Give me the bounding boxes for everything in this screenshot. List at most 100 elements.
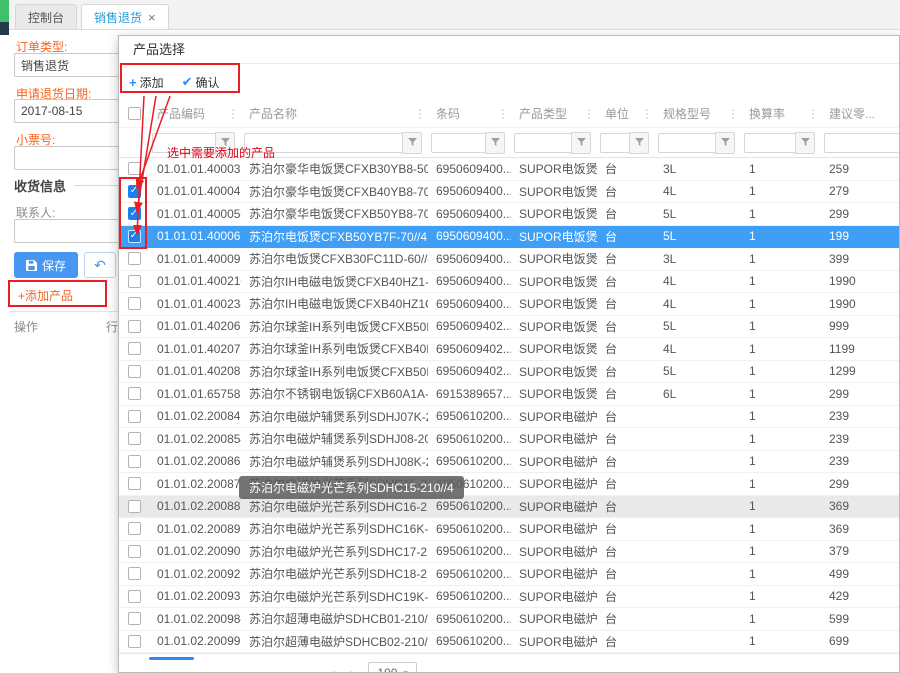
row-checkbox[interactable] [128, 185, 141, 198]
cell-name: 苏泊尔电磁炉光芒系列SDHC16K-210//4 [241, 520, 428, 537]
row-checkbox[interactable] [128, 297, 141, 310]
table-row[interactable]: 01.01.02.200939苏泊尔电磁炉光芒系列SDHC19K-210//46… [119, 586, 899, 609]
column-header-barcode[interactable]: 条码 ⋮ [428, 105, 511, 122]
horizontal-scrollbar[interactable] [149, 657, 194, 660]
filter-funnel-icon[interactable] [215, 132, 235, 154]
row-checkbox[interactable] [128, 612, 141, 625]
cell-unit: 台 [597, 453, 655, 470]
cell-name: 苏泊尔不锈钢电饭锅CFXB60A1A-90//4 [241, 385, 428, 402]
undo-icon: ↶ [94, 257, 106, 273]
filter-input-product-name[interactable] [244, 133, 402, 153]
row-checkbox[interactable] [128, 387, 141, 400]
table-row[interactable]: 01.01.02.200984苏泊尔超薄电磁炉SDHCB01-210//4695… [119, 608, 899, 631]
row-checkbox[interactable] [128, 230, 141, 243]
table-row[interactable]: 01.01.01.400050苏泊尔豪华电饭煲CFXB50YB8-70//469… [119, 203, 899, 226]
row-checkbox[interactable] [128, 545, 141, 558]
column-header-product-code[interactable]: 产品编码 ⋮ [149, 105, 241, 122]
column-menu-icon[interactable]: ⋮ [414, 107, 426, 121]
filter-input-unit[interactable] [600, 133, 629, 153]
table-row[interactable]: 01.01.01.400098苏泊尔电饭煲CFXB30FC11D-60//469… [119, 248, 899, 271]
filter-funnel-icon[interactable] [485, 132, 505, 154]
save-button[interactable]: 保存 [14, 252, 78, 278]
column-header-product-type[interactable]: 产品类型 ⋮ [511, 105, 597, 122]
add-product-link[interactable]: +添加产品 [18, 287, 73, 304]
filter-input-spec[interactable] [658, 133, 715, 153]
row-checkbox[interactable] [128, 432, 141, 445]
table-row[interactable]: 01.01.02.200922苏泊尔电磁炉光芒系列SDHC18-210//469… [119, 563, 899, 586]
row-checkbox[interactable] [128, 365, 141, 378]
column-menu-icon[interactable]: ⋮ [807, 107, 819, 121]
filter-input-product-type[interactable] [514, 133, 571, 153]
table-row[interactable]: 01.01.02.200991苏泊尔超薄电磁炉SDHCB02-210//4695… [119, 631, 899, 654]
row-checkbox[interactable] [128, 500, 141, 513]
column-menu-icon[interactable]: ⋮ [727, 107, 739, 121]
column-menu-icon[interactable]: ⋮ [641, 107, 653, 121]
table-row[interactable]: 01.01.01.400067苏泊尔电饭煲CFXB50YB7F-70//4695… [119, 226, 899, 249]
table-row[interactable]: 01.01.02.200892苏泊尔电磁炉光芒系列SDHC16K-210//46… [119, 518, 899, 541]
table-row[interactable]: 01.01.01.402061苏泊尔球釜IH系列电饭煲CFXB50HC3-1..… [119, 316, 899, 339]
filter-funnel-icon[interactable] [571, 132, 591, 154]
undo-button[interactable]: ↶ [84, 252, 116, 278]
table-row[interactable]: 01.01.02.200908苏泊尔电磁炉光芒系列SDHC17-210//469… [119, 541, 899, 564]
row-checkbox[interactable] [128, 162, 141, 175]
tab-sales-return[interactable]: 销售退货 × [81, 4, 169, 29]
row-checkbox[interactable] [128, 455, 141, 468]
column-menu-icon[interactable]: ⋮ [227, 107, 239, 121]
cell-type: SUPOR电饭煲 [511, 295, 597, 312]
table-row[interactable]: 01.01.02.200885苏泊尔电磁炉光芒系列SDHC16-210//469… [119, 496, 899, 519]
column-header-price[interactable]: 建议零... [821, 105, 900, 122]
column-header-unit[interactable]: 单位 ⋮ [597, 105, 655, 122]
cell-code: 01.01.01.402078 [149, 342, 241, 356]
row-checkbox[interactable] [128, 522, 141, 535]
table-row[interactable]: 01.01.01.400234苏泊尔IH电磁电饭煲CFXB40HZ1C-120.… [119, 293, 899, 316]
table-row[interactable]: 01.01.01.402078苏泊尔球釜IH系列电饭煲CFXB40HZ6-1..… [119, 338, 899, 361]
table-row[interactable]: 01.01.01.400036苏泊尔豪华电饭煲CFXB30YB8-50//469… [119, 158, 899, 181]
row-checkbox-cell [119, 455, 149, 468]
filter-funnel-icon[interactable] [402, 132, 422, 154]
row-checkbox[interactable] [128, 410, 141, 423]
row-checkbox[interactable] [128, 252, 141, 265]
column-label: 换算率 [749, 105, 785, 122]
column-header-spec[interactable]: 规格型号 ⋮ [655, 105, 741, 122]
cell-rate: 1 [741, 252, 821, 266]
filter-input-rate[interactable] [744, 133, 795, 153]
filter-input-product-code[interactable] [152, 133, 215, 153]
select-all-checkbox[interactable] [128, 107, 141, 120]
tab-console[interactable]: 控制台 [15, 4, 77, 29]
column-header-rate[interactable]: 换算率 ⋮ [741, 105, 821, 122]
row-checkbox[interactable] [128, 590, 141, 603]
table-row[interactable]: 01.01.01.400043苏泊尔豪华电饭煲CFXB40YB8-70//469… [119, 181, 899, 204]
prev-page-button[interactable]: ‹ [331, 665, 336, 673]
column-menu-icon[interactable]: ⋮ [583, 107, 595, 121]
filter-input-price[interactable] [824, 133, 900, 153]
row-checkbox[interactable] [128, 207, 141, 220]
close-icon[interactable]: × [148, 10, 156, 25]
cell-unit: 台 [597, 250, 655, 267]
filter-funnel-icon[interactable] [795, 132, 815, 154]
table-row[interactable]: 01.01.02.200854苏泊尔电磁炉辅煲系列SDHJ08-200//469… [119, 428, 899, 451]
row-checkbox[interactable] [128, 275, 141, 288]
table-row[interactable]: 01.01.01.657582苏泊尔不锈钢电饭锅CFXB60A1A-90//46… [119, 383, 899, 406]
cell-name: 苏泊尔IH电磁电饭煲CFXB40HZ1-120//2 [241, 273, 428, 290]
next-page-button[interactable]: › [350, 665, 355, 673]
confirm-button[interactable]: ✔ 确认 [182, 74, 220, 91]
add-button[interactable]: + 添加 [129, 74, 164, 91]
cell-code: 01.01.02.200908 [149, 544, 241, 558]
table-row[interactable]: 01.01.01.402085苏泊尔球釜IH系列电饭煲CFXB50HZ6-1..… [119, 361, 899, 384]
cell-type: SUPOR电磁炉 [511, 498, 597, 515]
table-row[interactable]: 01.01.02.200847苏泊尔电磁炉辅煲系列SDHJ07K-200//46… [119, 406, 899, 429]
table-row[interactable]: 01.01.01.400210苏泊尔IH电磁电饭煲CFXB40HZ1-120//… [119, 271, 899, 294]
column-menu-icon[interactable]: ⋮ [497, 107, 509, 121]
filter-funnel-icon[interactable] [715, 132, 735, 154]
filter-funnel-icon[interactable] [629, 132, 649, 154]
column-header-product-name[interactable]: 产品名称 ⋮ [241, 105, 428, 122]
row-checkbox[interactable] [128, 342, 141, 355]
table-row[interactable]: 01.01.02.200861苏泊尔电磁炉辅煲系列SDHJ08K-200//46… [119, 451, 899, 474]
row-checkbox[interactable] [128, 567, 141, 580]
page-size-select[interactable]: 100 ▾ [368, 662, 417, 673]
table-row[interactable]: 01.01.02.200878苏泊尔电磁炉光芒系列SDHC15-210//469… [119, 473, 899, 496]
row-checkbox[interactable] [128, 320, 141, 333]
filter-input-barcode[interactable] [431, 133, 485, 153]
row-checkbox[interactable] [128, 635, 141, 648]
row-checkbox[interactable] [128, 477, 141, 490]
